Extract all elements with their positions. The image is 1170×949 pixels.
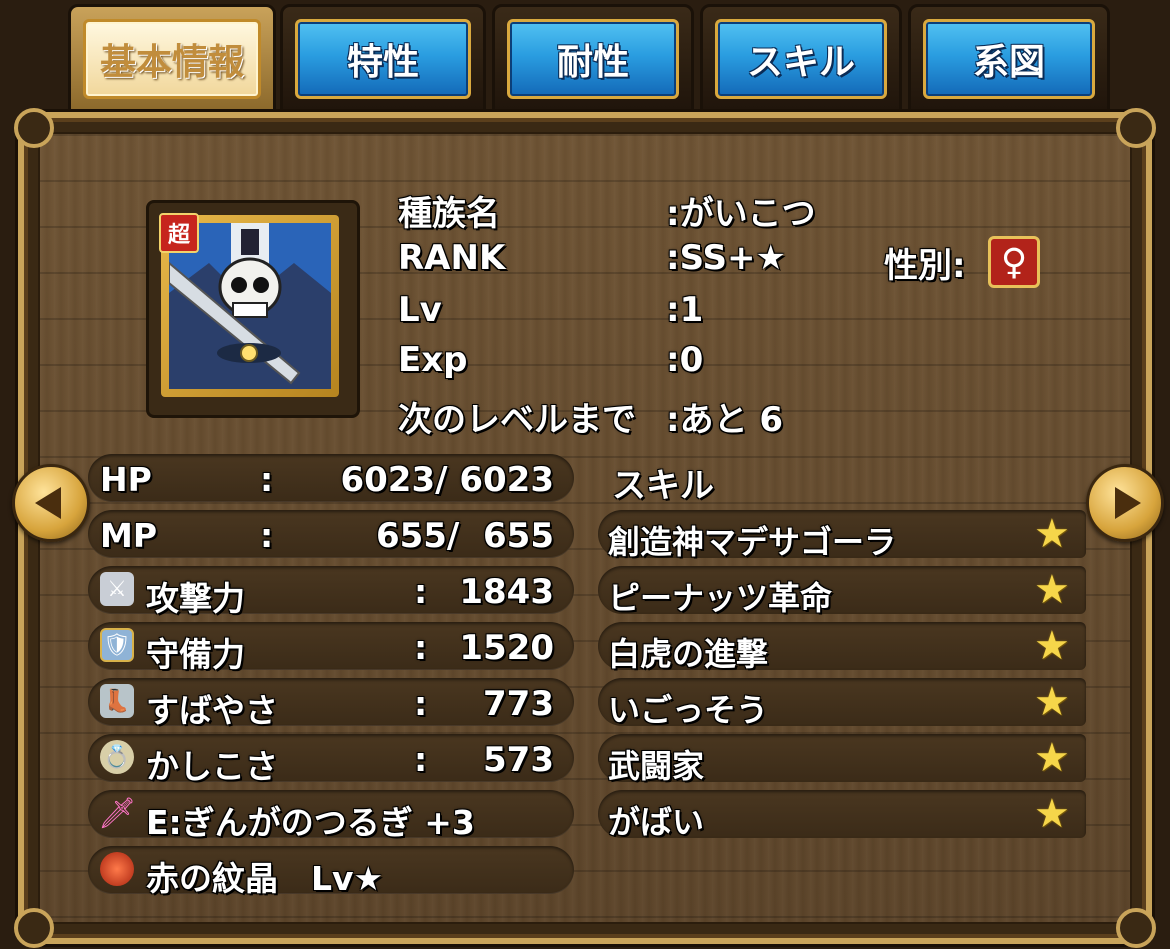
lv-value: :1 <box>666 290 704 330</box>
stat-label: 攻撃力 <box>146 579 245 618</box>
red-gem-icon <box>100 852 134 886</box>
stat-colon: : <box>260 516 274 555</box>
ring-icon: 💍 <box>100 740 134 774</box>
corner-ornament <box>1116 108 1156 148</box>
tab-traits[interactable]: 特性 <box>280 4 486 112</box>
skill-item[interactable]: 白虎の進撃 ★ <box>598 622 1086 673</box>
species-value: :がいこつ <box>666 194 816 234</box>
skill-item[interactable]: 創造神マデサゴーラ ★ <box>598 510 1086 561</box>
rank-value: :SS+★ <box>666 238 787 278</box>
skill-name: がばい <box>608 803 705 841</box>
star-icon: ★ <box>1034 679 1070 725</box>
pink-sword-icon: 🗡 <box>97 795 137 831</box>
stat-label: かしこさ <box>146 747 278 786</box>
equipment-label: E:ぎんがのつるぎ +3 <box>146 803 475 842</box>
arrow-right-icon <box>1115 487 1141 519</box>
skill-name: ピーナッツ革命 <box>608 579 833 617</box>
arrow-left-icon <box>35 487 61 519</box>
tab-resistance[interactable]: 耐性 <box>492 4 694 112</box>
gender-label: 性別: <box>884 246 966 286</box>
tab-skills[interactable]: スキル <box>700 4 902 112</box>
tab-label: 耐性 <box>507 19 679 99</box>
star-icon: ★ <box>1034 623 1070 669</box>
star-icon: ★ <box>1034 567 1070 613</box>
stat-value: 1520 <box>459 628 554 668</box>
stat-hp: HP : 6023/ 6023 <box>88 454 574 502</box>
corner-ornament <box>1116 908 1156 948</box>
skill-item[interactable]: いごっそう ★ <box>598 678 1086 729</box>
tab-basic-info[interactable]: 基本情報 <box>68 4 276 112</box>
corner-ornament <box>14 108 54 148</box>
skill-name: 創造神マデサゴーラ <box>608 523 897 561</box>
tab-lineage[interactable]: 系図 <box>908 4 1110 112</box>
crest-label: 赤の紋晶 Lv★ <box>146 859 384 898</box>
skill-name: 白虎の進撃 <box>608 635 769 673</box>
female-icon: ♀ <box>988 236 1040 288</box>
next-level-value: :あと 6 <box>666 400 784 440</box>
species-label: 種族名 <box>398 194 500 234</box>
star-icon: ★ <box>1034 735 1070 781</box>
stat-label: すばやさ <box>146 691 278 730</box>
tab-label: 基本情報 <box>83 19 261 99</box>
next-monster-button[interactable] <box>1086 464 1164 542</box>
star-icon: ★ <box>1034 791 1070 837</box>
shield-icon: 🛡 <box>100 628 134 662</box>
skills-header: スキル <box>612 466 714 506</box>
skill-item[interactable]: 武闘家 ★ <box>598 734 1086 785</box>
stat-label: 守備力 <box>146 635 245 674</box>
skill-name: 武闘家 <box>608 747 705 785</box>
stat-value: 573 <box>483 740 554 780</box>
stat-mp: MP : 655/ 655 <box>88 510 574 558</box>
boot-icon: 👢 <box>100 684 134 718</box>
sword-icon: ⚔ <box>100 572 134 606</box>
stat-value: 773 <box>483 684 554 724</box>
tab-bar: 基本情報 特性 耐性 スキル 系図 <box>60 0 1110 118</box>
crest-row[interactable]: 赤の紋晶 Lv★ <box>88 846 574 898</box>
stat-wisdom: 💍 かしこさ : 573 <box>88 734 574 786</box>
equipment-row[interactable]: 🗡 E:ぎんがのつるぎ +3 <box>88 790 574 842</box>
stat-colon: : <box>260 460 274 499</box>
monster-portrait[interactable]: 超 <box>146 200 360 418</box>
stat-value: 6023/ 6023 <box>340 460 554 500</box>
stat-speed: 👢 すばやさ : 773 <box>88 678 574 730</box>
skill-item[interactable]: がばい ★ <box>598 790 1086 841</box>
tab-label: 系図 <box>923 19 1095 99</box>
stat-value: 1843 <box>459 572 554 612</box>
gender-symbol: ♀ <box>1000 241 1028 283</box>
next-level-label: 次のレベルまで <box>398 400 636 440</box>
stat-colon: : <box>414 684 428 723</box>
stat-colon: : <box>414 740 428 779</box>
skill-name: いごっそう <box>608 691 769 729</box>
stat-value: 655/ 655 <box>375 516 554 556</box>
exp-label: Exp <box>398 340 468 380</box>
stat-attack: ⚔ 攻撃力 : 1843 <box>88 566 574 618</box>
super-badge: 超 <box>159 213 199 253</box>
rank-label: RANK <box>398 238 506 278</box>
exp-value: :0 <box>666 340 704 380</box>
star-icon: ★ <box>1034 511 1070 557</box>
stat-label: MP <box>100 516 158 555</box>
tab-label: スキル <box>715 19 887 99</box>
stat-colon: : <box>414 628 428 667</box>
tab-label: 特性 <box>295 19 471 99</box>
corner-ornament <box>14 908 54 948</box>
prev-monster-button[interactable] <box>12 464 90 542</box>
stat-defense: 🛡 守備力 : 1520 <box>88 622 574 674</box>
skill-item[interactable]: ピーナッツ革命 ★ <box>598 566 1086 617</box>
stat-colon: : <box>414 572 428 611</box>
lv-label: Lv <box>398 290 442 330</box>
stat-label: HP <box>100 460 152 499</box>
